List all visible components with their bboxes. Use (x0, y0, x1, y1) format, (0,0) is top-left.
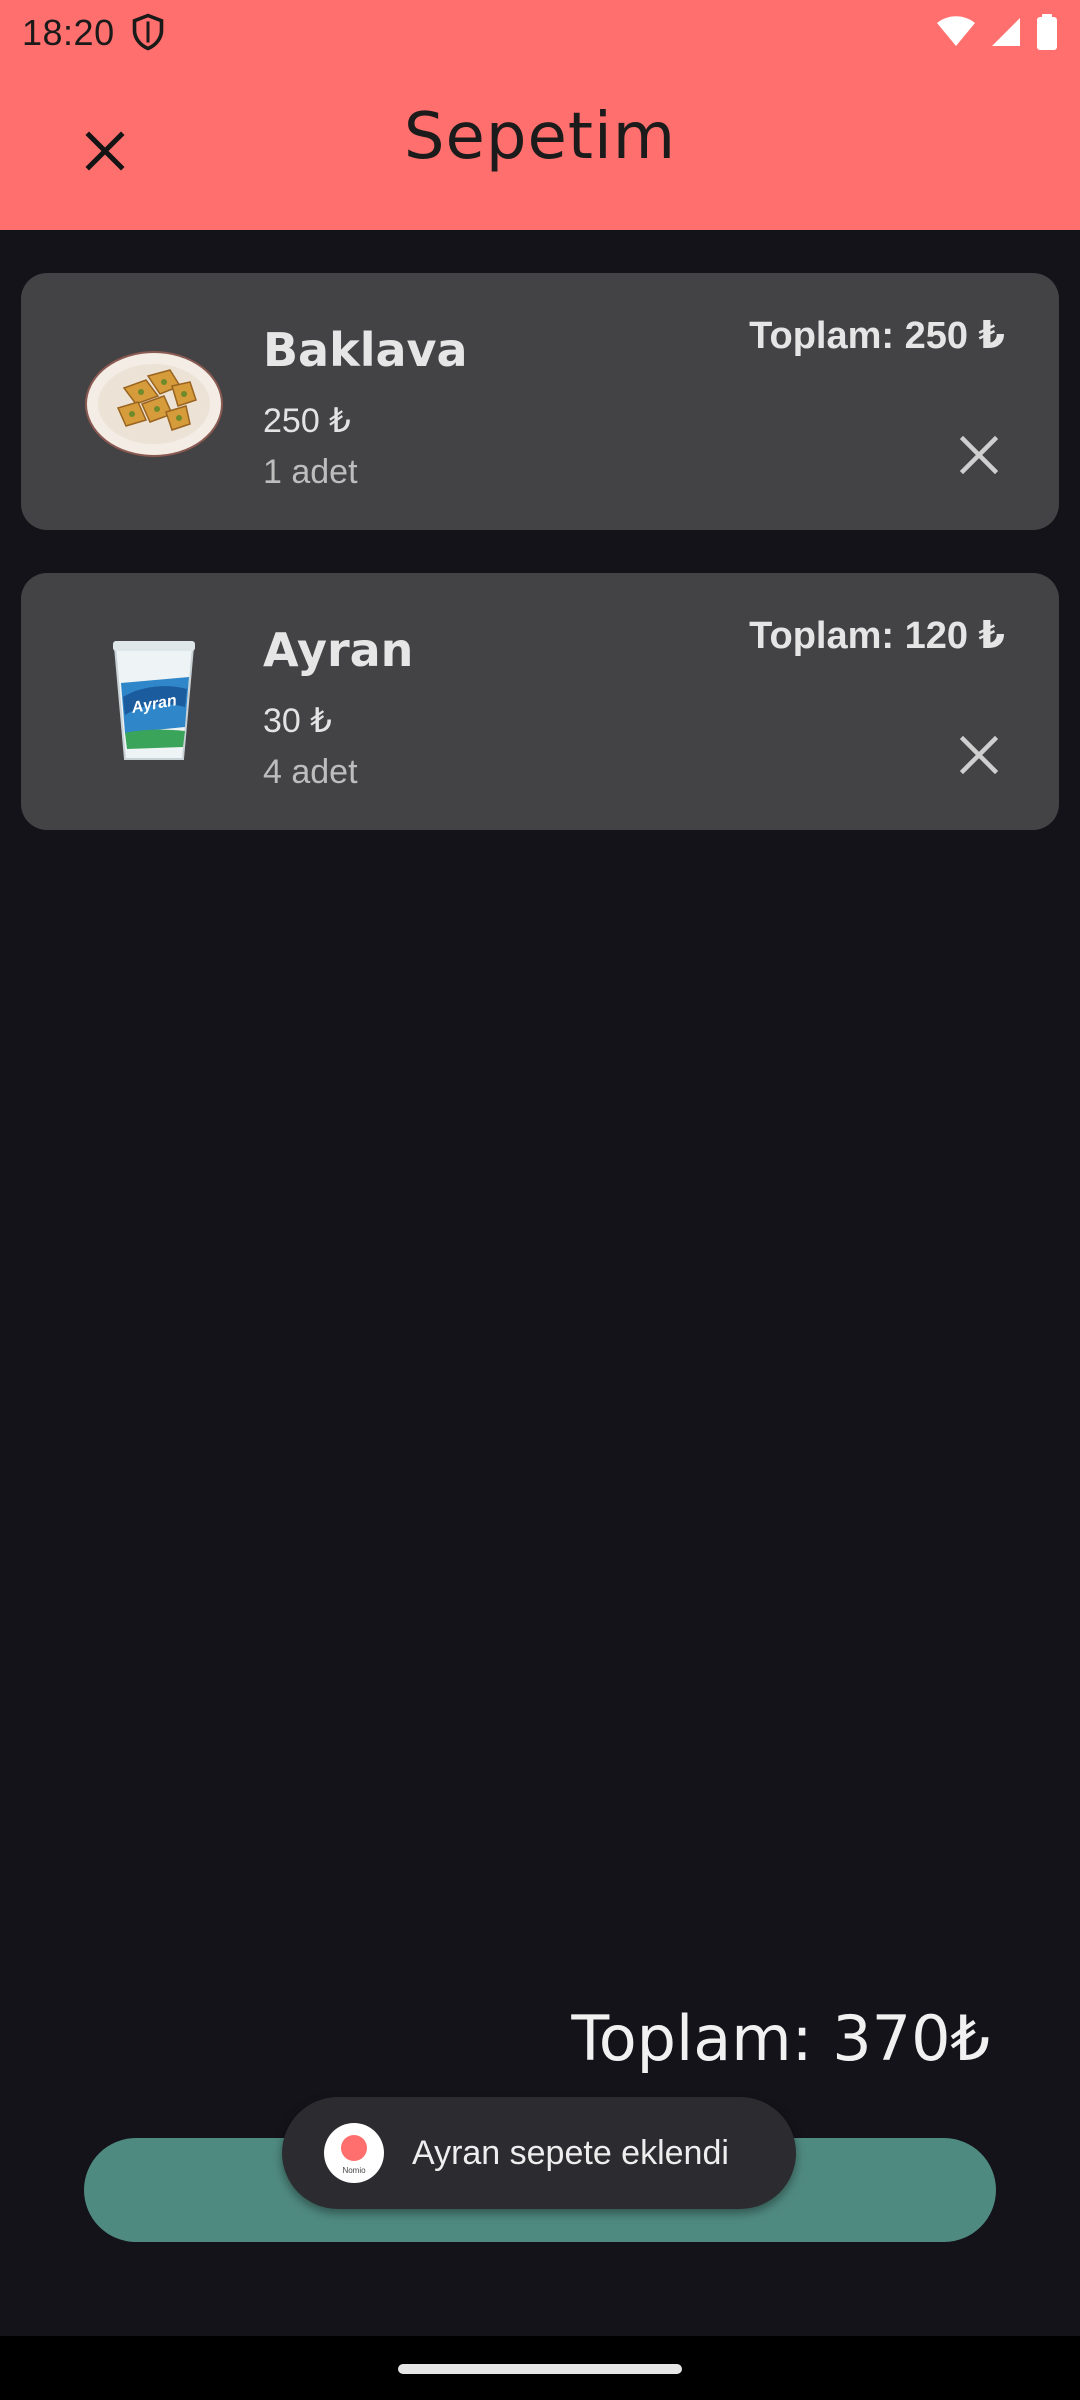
toast-message: Ayran sepete eklendi (412, 2133, 729, 2172)
item-price: 250 ₺ (263, 402, 351, 440)
item-total: Toplam: 250 ₺ (749, 315, 1005, 357)
battery-icon (1037, 14, 1057, 50)
toast-notification: Nomio Ayran sepete eklendi (282, 2097, 796, 2209)
status-time: 18:20 (22, 12, 115, 53)
close-icon (960, 736, 998, 774)
cart-screen: 18:20 Sepetim Baklava 250 ₺ 1 adet Topla… (0, 0, 1080, 2400)
item-name: Ayran (263, 623, 414, 677)
status-icons (936, 12, 1058, 52)
cart-item-baklava: Baklava 250 ₺ 1 adet Toplam: 250 ₺ (21, 273, 1059, 530)
item-name: Baklava (263, 323, 468, 377)
app-logo-icon: Nomio (324, 2123, 384, 2183)
signal-icon (992, 18, 1020, 46)
wifi-icon (937, 16, 975, 46)
item-quantity: 4 adet (263, 753, 358, 791)
baklava-image (79, 327, 229, 477)
cart-item-ayran: Ayran Ayran 30 ₺ 4 adet Toplam: 120 ₺ (21, 573, 1059, 830)
shield-icon (132, 13, 164, 51)
remove-item-button[interactable] (947, 423, 1011, 487)
item-total: Toplam: 120 ₺ (749, 615, 1005, 657)
app-header: 18:20 Sepetim (0, 0, 1080, 230)
close-icon (960, 436, 998, 474)
item-price: 30 ₺ (263, 702, 332, 740)
page-title: Sepetim (403, 100, 677, 174)
home-gesture-handle[interactable] (398, 2364, 682, 2374)
grand-total: Toplam: 370₺ (571, 2002, 990, 2075)
item-quantity: 1 adet (263, 453, 358, 491)
ayran-image: Ayran (79, 627, 229, 777)
remove-item-button[interactable] (947, 723, 1011, 787)
